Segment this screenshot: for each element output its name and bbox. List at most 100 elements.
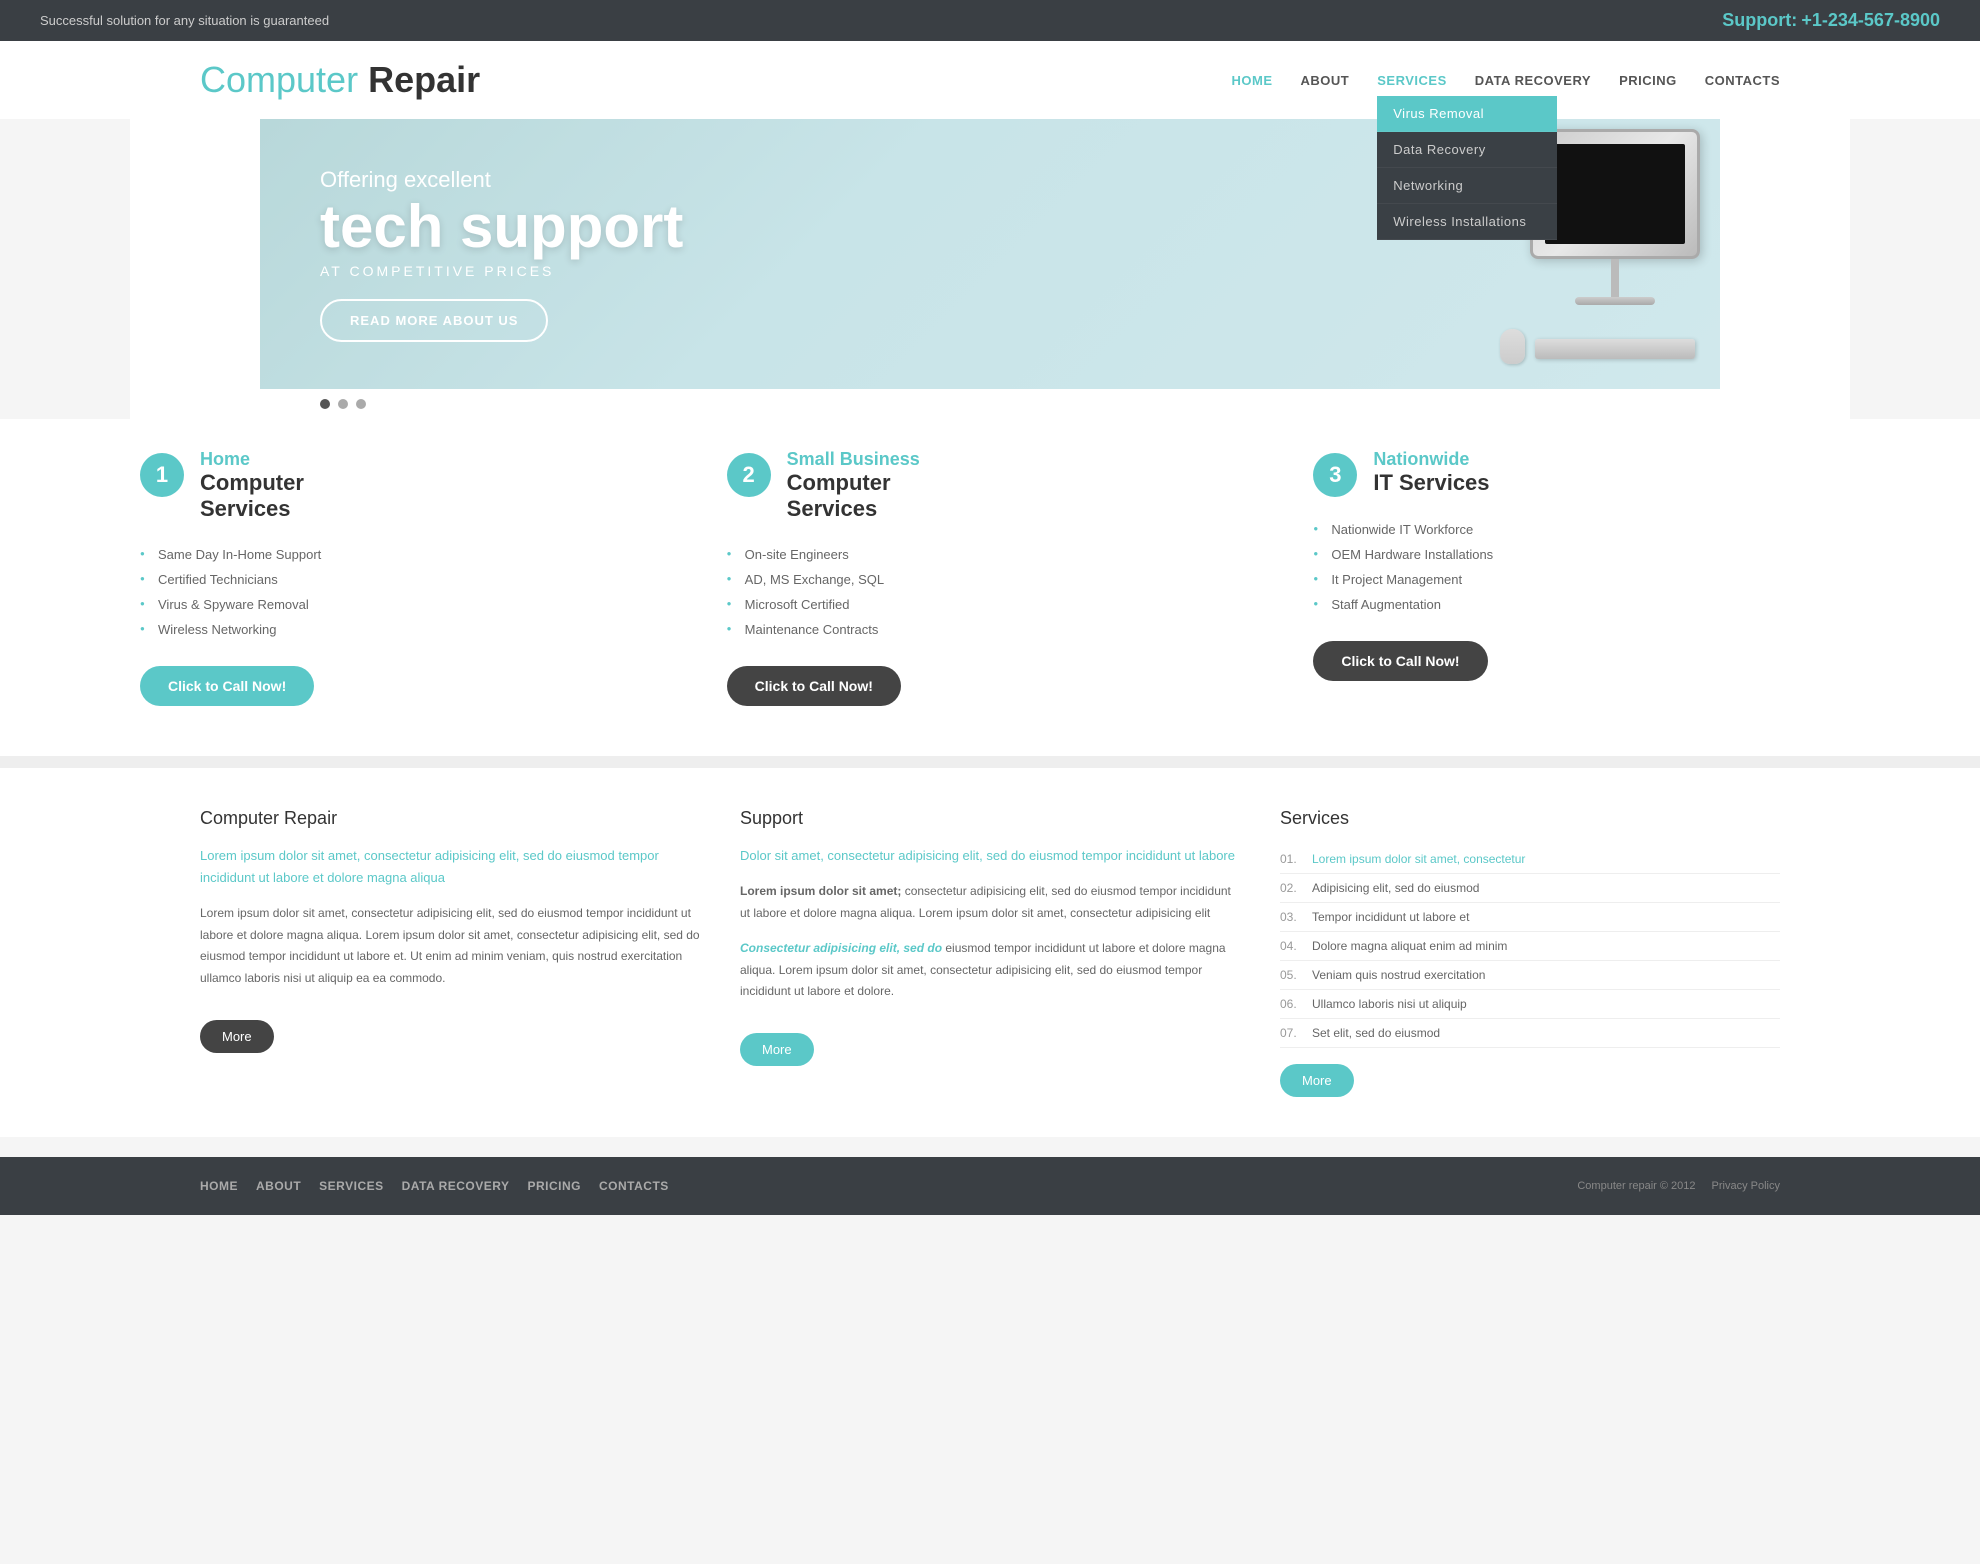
services-dropdown: Virus Removal Data Recovery Networking W… <box>1377 96 1557 240</box>
privacy-policy[interactable]: Privacy Policy <box>1712 1180 1780 1192</box>
call-btn-3[interactable]: Click to Call Now! <box>1313 641 1487 681</box>
nav-services-wrapper: SERVICES Virus Removal Data Recovery Net… <box>1377 72 1447 88</box>
logo-part2: Repair <box>358 59 480 100</box>
services-list-item-6: 06. Ullamco laboris nisi ut aliquip <box>1280 990 1780 1019</box>
more-btn-repair[interactable]: More <box>200 1020 274 1053</box>
service-colored-2: Small Business <box>787 449 920 470</box>
list-item: Nationwide IT Workforce <box>1313 517 1840 542</box>
services-list-num-6: 06. <box>1280 997 1304 1011</box>
nav-data-recovery[interactable]: DATA RECOVERY <box>1475 73 1591 88</box>
dropdown-virus-removal[interactable]: Virus Removal <box>1377 96 1557 132</box>
support-label: Support: <box>1722 10 1797 30</box>
list-item: Staff Augmentation <box>1313 592 1840 617</box>
slider-dot-1[interactable] <box>320 399 330 409</box>
list-item: On-site Engineers <box>727 542 1254 567</box>
services-list-num-3: 03. <box>1280 910 1304 924</box>
list-item: Virus & Spyware Removal <box>140 592 667 617</box>
services-list-item-2: 02. Adipisicing elit, sed do eiusmod <box>1280 874 1780 903</box>
hero-text: Offering excellent tech support AT COMPE… <box>320 167 683 342</box>
header: Computer Repair HOME ABOUT SERVICES Viru… <box>0 41 1980 119</box>
hero-headline: tech support <box>320 197 683 257</box>
info-body-repair: Lorem ipsum dolor sit amet, consectetur … <box>200 903 700 989</box>
footer-nav-data-recovery[interactable]: Data Recovery <box>402 1179 510 1193</box>
slider-dot-2[interactable] <box>338 399 348 409</box>
service-dark-2: ComputerServices <box>787 470 920 522</box>
services-list-item-3: 03. Tempor incididunt ut labore et <box>1280 903 1780 932</box>
services-list-num-1: 01. <box>1280 852 1304 866</box>
info-body2-support: Consectetur adipisicing elit, sed do eiu… <box>740 938 1240 1003</box>
keyboard <box>1535 339 1695 359</box>
info-col-services: Services 01. Lorem ipsum dolor sit amet,… <box>1280 808 1780 1097</box>
list-item: It Project Management <box>1313 567 1840 592</box>
services-list-label-1: Lorem ipsum dolor sit amet, consectetur <box>1312 852 1525 866</box>
monitor-stand <box>1611 259 1619 299</box>
service-header-1: 1 Home ComputerServices <box>140 449 667 522</box>
services-section: 1 Home ComputerServices Same Day In-Home… <box>0 419 1980 756</box>
dropdown-wireless[interactable]: Wireless Installations <box>1377 204 1557 240</box>
call-btn-2[interactable]: Click to Call Now! <box>727 666 901 706</box>
list-item: Same Day In-Home Support <box>140 542 667 567</box>
footer-nav-home[interactable]: Home <box>200 1179 238 1193</box>
more-btn-support[interactable]: More <box>740 1033 814 1066</box>
service-list-3: Nationwide IT Workforce OEM Hardware Ins… <box>1313 517 1840 617</box>
service-col-3: 3 Nationwide IT Services Nationwide IT W… <box>1303 449 1850 706</box>
slider-dots <box>260 399 1720 419</box>
services-list-item-7: 07. Set elit, sed do eiusmod <box>1280 1019 1780 1048</box>
list-item: OEM Hardware Installations <box>1313 542 1840 567</box>
info-heading-services: Services <box>1280 808 1780 829</box>
services-list-num-2: 02. <box>1280 881 1304 895</box>
tagline: Successful solution for any situation is… <box>40 13 329 28</box>
nav-about[interactable]: ABOUT <box>1301 73 1350 88</box>
service-colored-3: Nationwide <box>1373 449 1489 470</box>
nav-home[interactable]: HOME <box>1232 73 1273 88</box>
footer-nav-contacts[interactable]: Contacts <box>599 1179 669 1193</box>
nav-contacts[interactable]: CONTACTS <box>1705 73 1780 88</box>
footer-nav-pricing[interactable]: Pricing <box>527 1179 581 1193</box>
support-info: Support: +1-234-567-8900 <box>1722 10 1940 31</box>
services-list-item-4: 04. Dolore magna aliquat enim ad minim <box>1280 932 1780 961</box>
logo: Computer Repair <box>200 59 480 101</box>
service-dark-3: IT Services <box>1373 470 1489 496</box>
list-item: Microsoft Certified <box>727 592 1254 617</box>
info-highlight-repair: Lorem ipsum dolor sit amet, consectetur … <box>200 845 700 889</box>
dropdown-networking[interactable]: Networking <box>1377 168 1557 204</box>
phone-number[interactable]: +1-234-567-8900 <box>1801 10 1940 30</box>
nav-pricing[interactable]: PRICING <box>1619 73 1677 88</box>
read-more-button[interactable]: READ MORE ABOUT US <box>320 299 548 342</box>
services-list-num-5: 05. <box>1280 968 1304 982</box>
list-item: AD, MS Exchange, SQL <box>727 567 1254 592</box>
footer-nav-services[interactable]: Services <box>319 1179 383 1193</box>
service-col-2: 2 Small Business ComputerServices On-sit… <box>717 449 1264 706</box>
services-list-label-6: Ullamco laboris nisi ut aliquip <box>1312 997 1467 1011</box>
nav-services[interactable]: SERVICES <box>1377 73 1447 88</box>
monitor-base <box>1575 297 1655 305</box>
services-list-num-4: 04. <box>1280 939 1304 953</box>
service-list-2: On-site Engineers AD, MS Exchange, SQL M… <box>727 542 1254 642</box>
services-list-label-2: Adipisicing elit, sed do eiusmod <box>1312 881 1479 895</box>
hero-offering: Offering excellent <box>320 167 683 193</box>
services-list-label-3: Tempor incididunt ut labore et <box>1312 910 1469 924</box>
list-item: Wireless Networking <box>140 617 667 642</box>
footer-nav-about[interactable]: About <box>256 1179 301 1193</box>
slider-dot-3[interactable] <box>356 399 366 409</box>
main-nav: HOME ABOUT SERVICES Virus Removal Data R… <box>1232 72 1780 88</box>
info-section: Computer Repair Lorem ipsum dolor sit am… <box>0 768 1980 1137</box>
footer: Home About Services Data Recovery Pricin… <box>0 1157 1980 1215</box>
more-btn-services[interactable]: More <box>1280 1064 1354 1097</box>
list-item: Maintenance Contracts <box>727 617 1254 642</box>
service-col-1: 1 Home ComputerServices Same Day In-Home… <box>130 449 677 706</box>
call-btn-1[interactable]: Click to Call Now! <box>140 666 314 706</box>
list-item: Certified Technicians <box>140 567 667 592</box>
top-bar: Successful solution for any situation is… <box>0 0 1980 41</box>
info-bold-support: Lorem ipsum dolor sit amet; <box>740 884 901 898</box>
dropdown-data-recovery[interactable]: Data Recovery <box>1377 132 1557 168</box>
monitor-screen <box>1545 144 1685 244</box>
service-num-1: 1 <box>140 453 184 497</box>
info-body1-support: Lorem ipsum dolor sit amet; consectetur … <box>740 881 1240 924</box>
service-num-2: 2 <box>727 453 771 497</box>
copyright: Computer repair © 2012 <box>1577 1180 1695 1192</box>
mouse <box>1500 329 1525 364</box>
services-list-label-7: Set elit, sed do eiusmod <box>1312 1026 1440 1040</box>
info-highlight-support: Dolor sit amet, consectetur adipisicing … <box>740 845 1240 867</box>
section-divider <box>0 756 1980 768</box>
